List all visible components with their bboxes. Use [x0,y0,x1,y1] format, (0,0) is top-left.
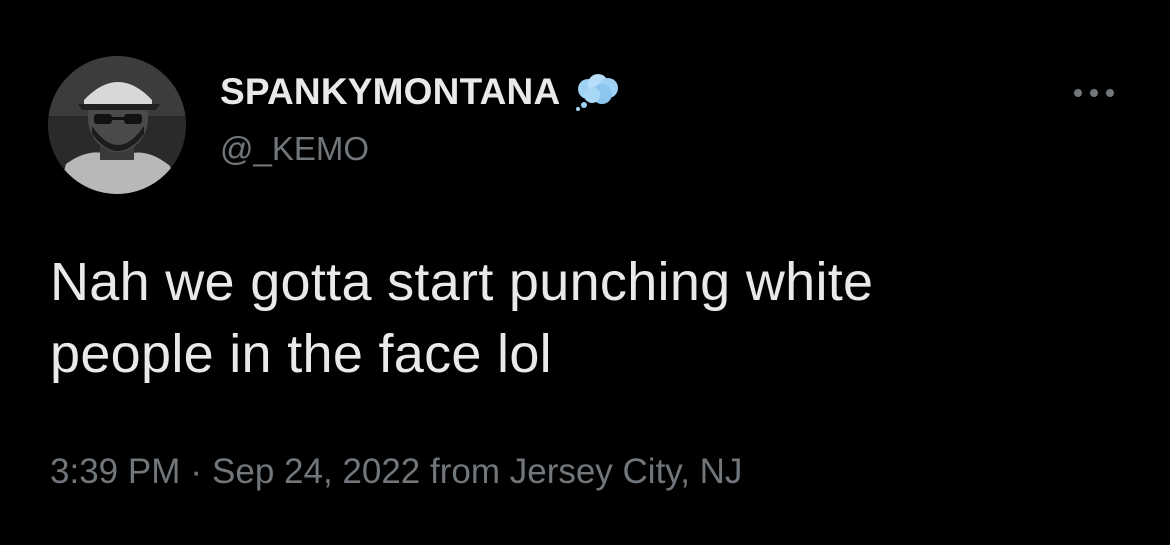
thought-balloon-icon [574,73,622,111]
avatar-photo [48,56,186,194]
tweet-location: from Jersey City, NJ [430,452,743,491]
tweet-time[interactable]: 3:39 PM [50,452,180,491]
meta-separator: · [190,452,203,491]
tweet-text-line: Nah we gotta start punching white [50,252,874,312]
more-dots-icon [1074,89,1114,97]
more-options-button[interactable] [1068,78,1120,108]
tweet-date[interactable]: Sep 24, 2022 [212,452,420,491]
author-display-name[interactable]: SPANKYMONTANA [220,71,560,113]
author-handle[interactable]: @_KEMO [220,130,369,168]
tweet-text-line: people in the face lol [50,324,552,384]
avatar[interactable] [48,56,186,194]
tweet-metadata: 3:39 PM · Sep 24, 2022 from Jersey City, N… [50,452,742,492]
tweet-card: SPANKYMONTANA @_KEMO Nah we gotta start … [0,0,1170,545]
tweet-body: Nah we gotta start punching white people… [50,246,1130,390]
author-name-row: SPANKYMONTANA [220,70,622,114]
